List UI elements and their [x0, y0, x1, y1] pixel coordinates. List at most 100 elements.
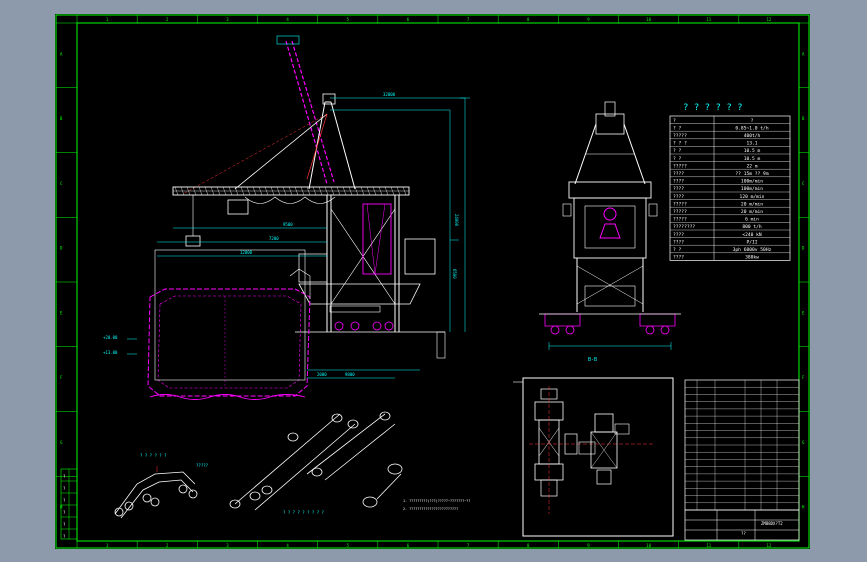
spec-value: 0.85~1.0 t/h	[735, 125, 768, 131]
spec-param: ? ? ?	[673, 141, 687, 147]
border-zone-number: 11	[706, 543, 711, 548]
crane-side-elevation: 32000 7200 9500 12000 9800 2000 24000 65…	[103, 35, 470, 400]
border-zone-number: 11	[706, 17, 711, 22]
svg-text:6500: 6500	[452, 269, 457, 279]
revision-block: ??????	[60, 468, 78, 540]
revision-mark: ??	[741, 531, 746, 536]
border-zone-number: 4	[286, 543, 289, 548]
spec-value: ?	[751, 118, 754, 124]
spec-param: ????	[673, 232, 684, 238]
bom-table	[684, 379, 800, 511]
border-zone-number: 9	[587, 17, 590, 22]
revision-cell: ?	[63, 510, 66, 515]
spec-param: ????	[673, 186, 684, 192]
spec-param: ????	[673, 239, 684, 245]
spec-value: P/II	[746, 239, 757, 245]
svg-text:? ? ? ? ? ?: ? ? ? ? ? ?	[140, 453, 167, 458]
revision-cell: ?	[63, 486, 66, 491]
border-zone-letter: H	[60, 505, 63, 510]
border-zone-number: 3	[226, 543, 229, 548]
spec-value: 120 m/min	[740, 194, 765, 200]
border-zone-number: 12	[767, 543, 772, 548]
spec-value: 10.5 m	[744, 148, 761, 154]
inner-border	[76, 22, 800, 542]
note-2: 2. ????????????????????????	[403, 507, 458, 511]
drawing-sheet: 1 1 2 2 3 3 4 4 5 5 6 6 7 7 8 8 9 9 10 10 11 11 12 12 A A B B C C D D E E…	[55, 14, 810, 549]
border-zone-letter: A	[60, 51, 63, 56]
spec-value: 6 min	[745, 217, 759, 223]
svg-text:+13.00: +13.00	[103, 350, 118, 355]
spec-value: 800 t/h	[742, 224, 762, 230]
border-zone-number: 10	[646, 17, 651, 22]
border-zone-number: 2	[166, 543, 169, 548]
spec-param: ????	[673, 179, 684, 185]
section-label: B-B	[588, 357, 597, 363]
border-zone-number: 1	[106, 543, 109, 548]
drawing-number: ZMB8DX?T2	[761, 521, 783, 526]
spec-param: ? ?	[673, 247, 682, 253]
spec-value: 100m/min	[741, 179, 763, 185]
border-zone-letter: G	[802, 440, 805, 445]
border-zone-number: 6	[407, 17, 410, 22]
grab-detail	[114, 466, 198, 519]
border-zone-letter: F	[60, 375, 63, 380]
svg-text:9800: 9800	[345, 372, 355, 377]
spec-param: ????	[673, 255, 684, 261]
border-zone-letter: E	[802, 310, 805, 315]
mechanism-detail-view	[513, 377, 674, 537]
svg-text:32000: 32000	[383, 92, 396, 97]
border-zone-letter: D	[802, 246, 805, 251]
spec-value: 400t/h	[744, 133, 761, 139]
revision-cell: ?	[63, 534, 66, 539]
border-zone-number: 2	[166, 17, 169, 22]
revision-cell: ?	[63, 498, 66, 503]
border-zone-number: 9	[587, 543, 590, 548]
title-block: ZMB8DX?T2 ??	[684, 509, 800, 541]
spec-value: 13.1	[746, 141, 757, 147]
border-zone-letter: F	[802, 375, 805, 380]
border-zone-number: 12	[767, 17, 772, 22]
svg-text:+20.00: +20.00	[103, 335, 118, 340]
boom-section-detail	[229, 411, 403, 511]
border-zone-number: 4	[286, 17, 289, 22]
spec-table-title: ? ? ? ? ? ?	[683, 103, 743, 113]
spec-table: ? ? ? ? ? ? ?? ? ? 0.85~1.0 t/h????? 400t/h…	[669, 103, 791, 261]
border-zone-number: 7	[467, 17, 470, 22]
border-zone-letter: B	[60, 116, 63, 121]
border-zone-number: 5	[347, 543, 350, 548]
spec-value: 20 m/min	[741, 209, 763, 215]
border-zone-letter: D	[60, 246, 63, 251]
spec-param: ? ?	[673, 156, 682, 162]
border-zone-letter: B	[802, 116, 805, 121]
spec-param: ?????	[673, 217, 687, 223]
svg-text:12000: 12000	[240, 250, 253, 255]
border-zone-letter: C	[60, 181, 63, 186]
spec-value: <240 kN	[742, 232, 762, 238]
spec-value: ?? 15m ?? 9m	[735, 171, 768, 177]
spec-param: ?????	[673, 133, 687, 139]
svg-text:24000: 24000	[454, 214, 459, 227]
border-zone-number: 8	[527, 17, 530, 22]
spec-param: ????????	[673, 224, 695, 230]
border-zone-ticks: 112233445566778899101011111212A AB BC CD DE E…	[56, 15, 809, 548]
spec-param: ????	[673, 171, 684, 177]
border-zone-number: 1	[106, 17, 109, 22]
note-1: 1. ?????????(???)?????~???????~??	[403, 499, 470, 503]
border-zone-letter: E	[60, 310, 63, 315]
spec-value: 20 m/min	[741, 201, 763, 207]
border-zone-number: 10	[646, 543, 651, 548]
border-zone-letter: G	[60, 440, 63, 445]
spec-param: ?????	[673, 209, 687, 215]
svg-text:9500: 9500	[283, 222, 293, 227]
spec-value: 100m/min	[741, 186, 763, 192]
dim-label: 7200	[269, 236, 279, 241]
border-zone-number: 5	[347, 17, 350, 22]
border-zone-letter: C	[802, 181, 805, 186]
revision-cell: ?	[63, 522, 66, 527]
spec-value: 3ph 6000v 50Hz	[733, 247, 772, 253]
cad-drawing-canvas: 112233445566778899101011111212A AB BC CD DE E…	[55, 14, 810, 549]
detail-label-2: ? ? ? ? ? ? ? ? ?	[283, 510, 325, 515]
crane-end-elevation: B-B	[539, 101, 681, 363]
spec-param: ?	[673, 118, 676, 124]
spec-value: 380kw	[745, 255, 759, 261]
